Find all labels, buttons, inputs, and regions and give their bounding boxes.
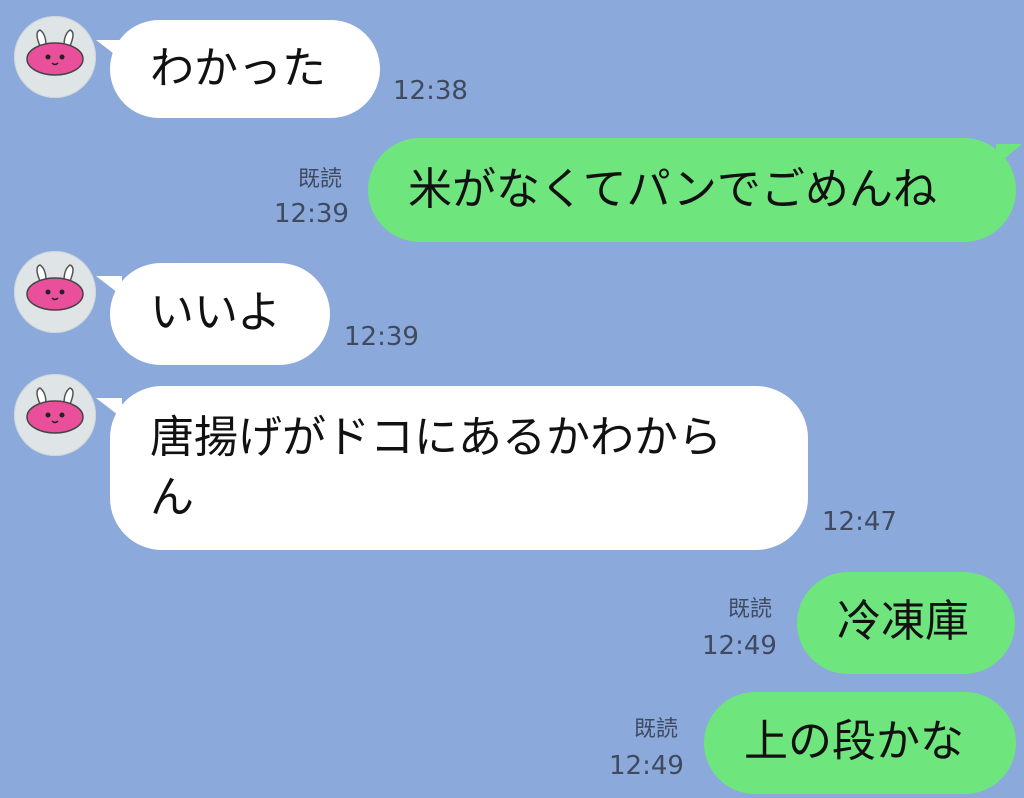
read-receipt: 既読 — [728, 597, 773, 622]
message-time: 12:39 — [274, 199, 349, 229]
message-text: 米がなくてパンでごめんね — [408, 164, 937, 215]
message-bubble-received[interactable]: いいよ — [110, 263, 330, 365]
message-time: 12:49 — [609, 751, 684, 781]
pink-bunny-avatar-icon — [26, 29, 84, 76]
message-text: 上の段かな — [744, 716, 964, 767]
pink-bunny-avatar-icon — [26, 387, 84, 434]
message-bubble-received[interactable]: 唐揚げがドコにあるかわから ん — [110, 386, 808, 550]
message-bubble-sent[interactable]: 上の段かな — [704, 692, 1016, 794]
message-text: 冷凍庫 — [837, 596, 969, 647]
message-time: 12:39 — [344, 322, 419, 352]
message-time: 12:38 — [393, 76, 468, 106]
pink-bunny-avatar-icon — [26, 264, 84, 311]
read-receipt: 既読 — [634, 717, 679, 742]
avatar[interactable] — [14, 251, 96, 333]
read-receipt: 既読 — [298, 167, 343, 192]
message-time: 12:47 — [822, 507, 897, 537]
message-bubble-sent[interactable]: 冷凍庫 — [797, 572, 1015, 674]
avatar[interactable] — [14, 374, 96, 456]
message-text-line: ん — [150, 472, 194, 523]
bubble-tail — [996, 144, 1022, 166]
message-text-line: 唐揚げがドコにあるかわから — [150, 412, 722, 463]
message-bubble-sent[interactable]: 米がなくてパンでごめんね — [368, 138, 1016, 242]
message-text: わかった — [150, 43, 326, 94]
avatar[interactable] — [14, 16, 96, 98]
message-text: いいよ — [150, 287, 282, 338]
chat-thread: わかった 12:38 既読 12:39 米がなくてパンでごめんね いいよ 12:… — [0, 0, 1024, 798]
message-time: 12:49 — [702, 631, 777, 661]
message-bubble-received[interactable]: わかった — [110, 20, 380, 118]
